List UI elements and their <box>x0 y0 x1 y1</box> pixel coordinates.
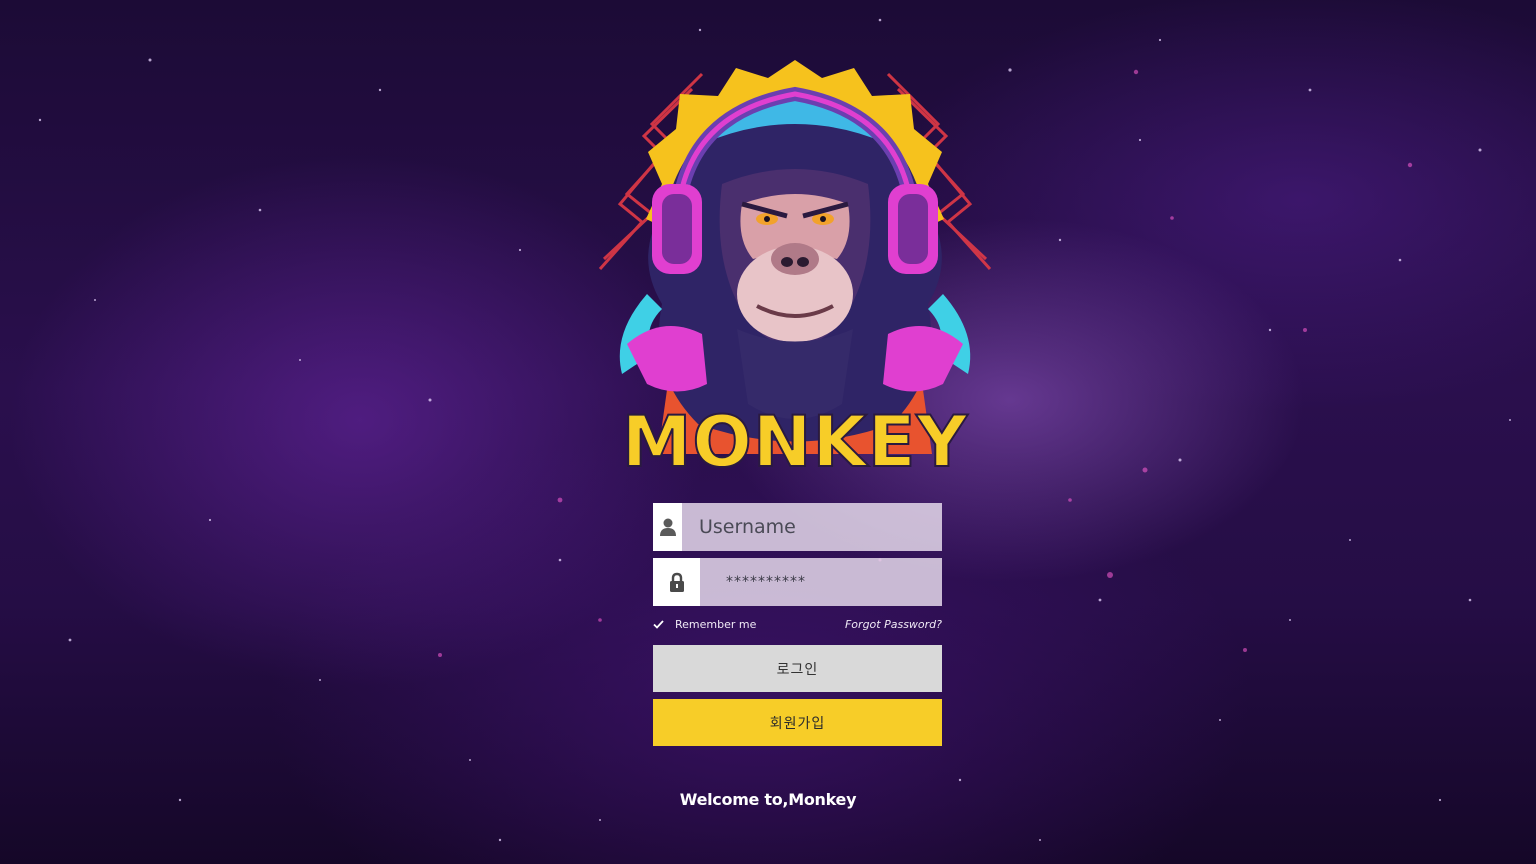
login-form: Remember me Forgot Password? 로그인 회원가입 <box>653 503 942 746</box>
password-field <box>653 558 942 606</box>
monkey-logo: MONKEY <box>598 60 992 480</box>
welcome-message: Welcome to,Monkey <box>679 790 857 809</box>
lock-icon <box>653 558 700 606</box>
login-button[interactable]: 로그인 <box>653 645 942 692</box>
form-options: Remember me Forgot Password? <box>653 613 942 635</box>
user-icon <box>653 503 682 551</box>
logo-text: MONKEY <box>622 401 969 480</box>
check-icon <box>653 619 667 629</box>
signup-button[interactable]: 회원가입 <box>653 699 942 746</box>
forgot-password-link[interactable]: Forgot Password? <box>845 618 942 631</box>
username-field <box>653 503 942 551</box>
username-input[interactable] <box>682 503 942 551</box>
password-input[interactable] <box>700 558 942 606</box>
remember-me-checkbox[interactable]: Remember me <box>653 618 756 631</box>
remember-me-label: Remember me <box>675 617 757 631</box>
